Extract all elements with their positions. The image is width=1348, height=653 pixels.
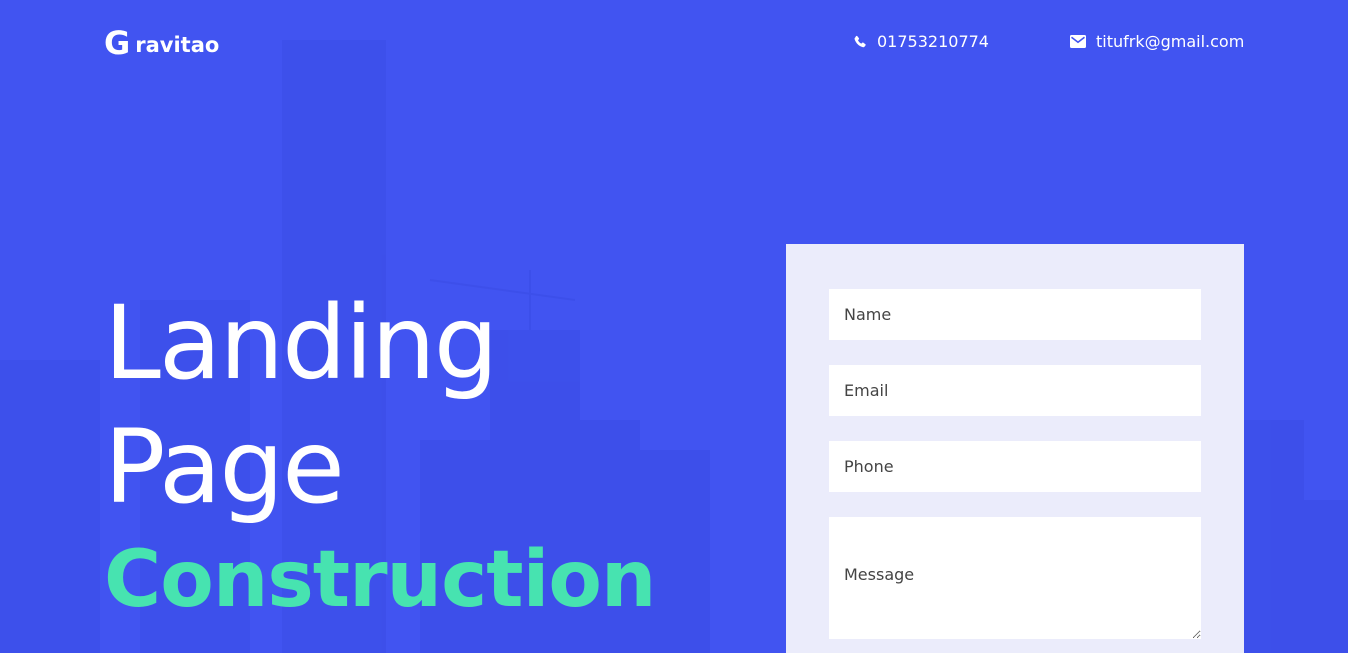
- email-input[interactable]: [829, 365, 1201, 416]
- contact-form: [786, 244, 1244, 653]
- logo-text: ravitao: [135, 33, 220, 57]
- phone-input[interactable]: [829, 441, 1201, 492]
- top-header: G ravitao 01753210774 titufrk@gmail.com: [104, 26, 1244, 60]
- hero-heading: Landing Page Construction: [104, 282, 656, 630]
- landing-page: G ravitao 01753210774 titufrk@gmail.com …: [0, 0, 1348, 653]
- envelope-icon: [1070, 35, 1086, 48]
- phone-icon: [854, 35, 866, 47]
- email-address: titufrk@gmail.com: [1096, 32, 1245, 51]
- logo-mark: G: [104, 24, 130, 62]
- phone-number: 01753210774: [877, 32, 989, 51]
- message-textarea[interactable]: [829, 517, 1201, 639]
- brand-logo[interactable]: G ravitao: [104, 26, 219, 60]
- header-phone[interactable]: 01753210774: [853, 32, 989, 51]
- hero-line-1: Landing: [104, 284, 498, 403]
- hero-accent: Construction: [104, 535, 656, 625]
- header-email[interactable]: titufrk@gmail.com: [1070, 32, 1244, 51]
- name-input[interactable]: [829, 289, 1201, 340]
- hero-line-2: Page: [104, 408, 345, 527]
